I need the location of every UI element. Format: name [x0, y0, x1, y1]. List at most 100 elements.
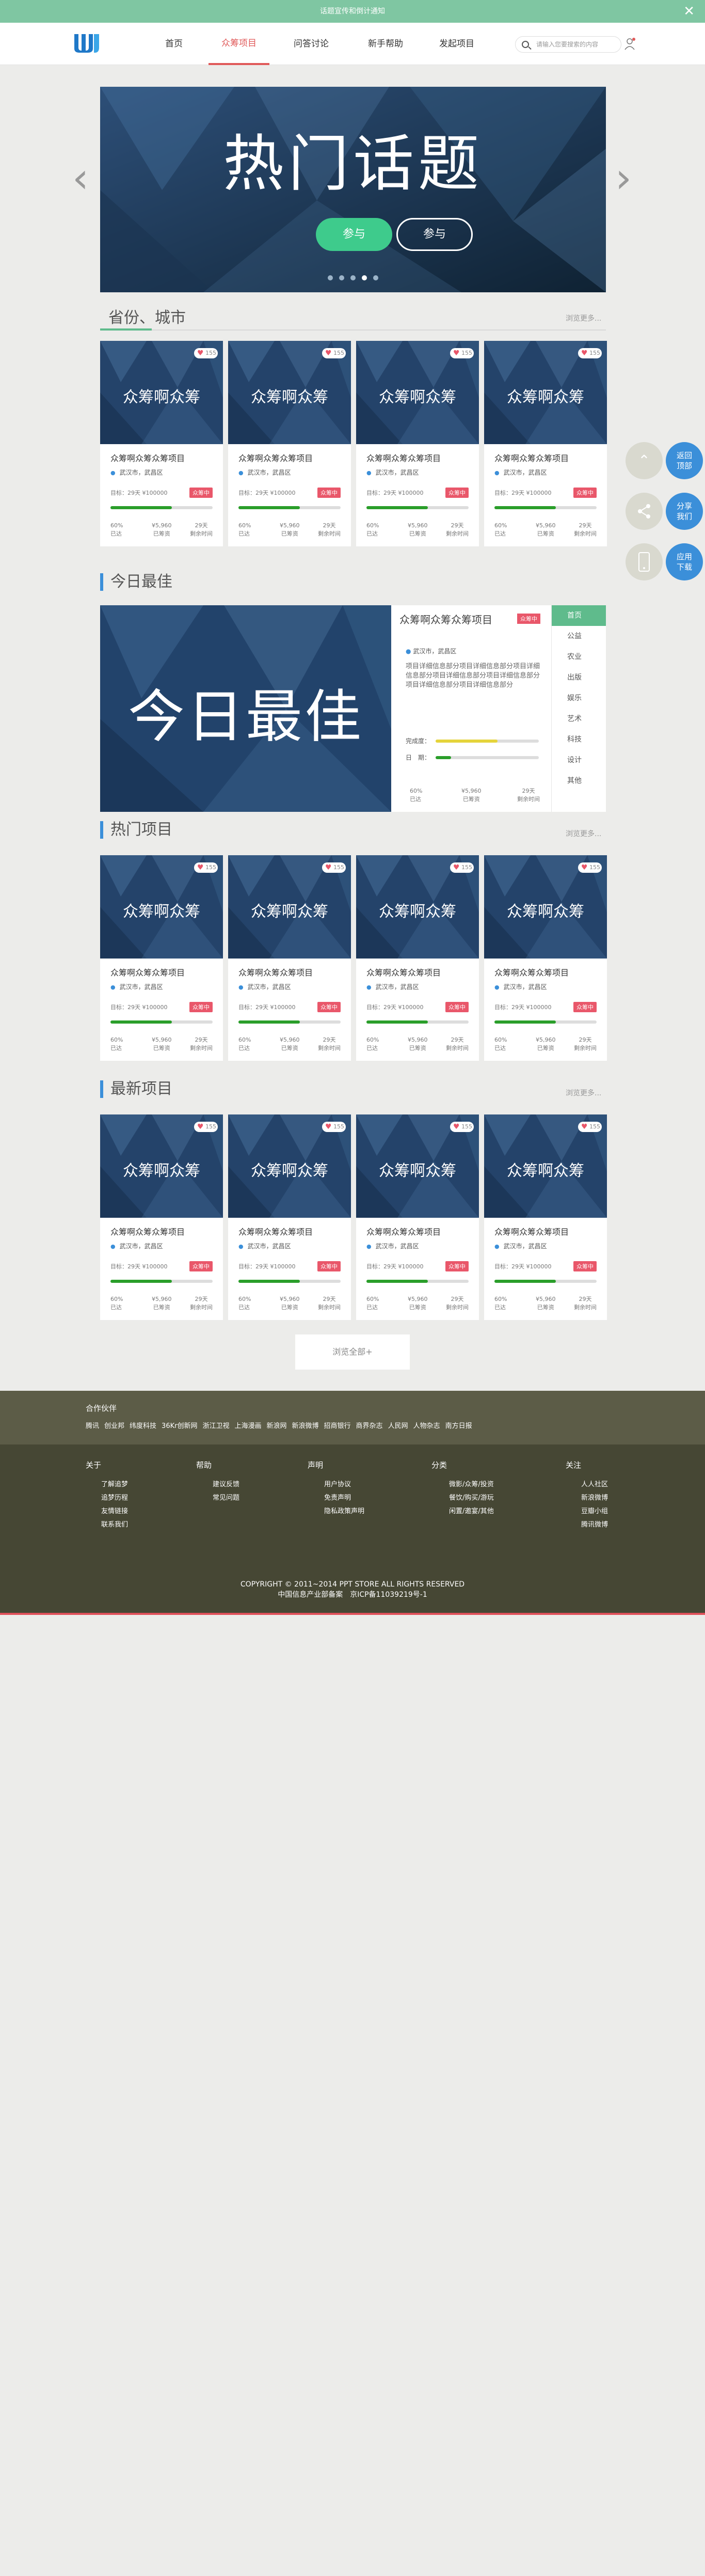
banner-join-button[interactable]: 参与 — [316, 218, 392, 251]
section1-more-link[interactable]: 浏览更多... — [566, 313, 601, 323]
footer-link[interactable]: 豆瓣小组 — [581, 1505, 608, 1518]
category-item[interactable]: 娱乐 — [552, 688, 606, 709]
project-card[interactable]: 155 众筹啊众筹 众筹啊众筹众筹项目 武汉市，武昌区 目标：29天 ¥1000… — [100, 341, 223, 546]
like-heart-icon[interactable]: 155 — [194, 348, 218, 358]
project-card[interactable]: 155 众筹啊众筹 众筹啊众筹众筹项目 武汉市，武昌区 目标：29天 ¥1000… — [100, 855, 223, 1061]
project-image[interactable]: 155 众筹啊众筹 — [356, 1114, 479, 1218]
footer-link[interactable]: 腾讯微博 — [581, 1518, 608, 1532]
partner-link[interactable]: 纬度科技 — [130, 1422, 156, 1430]
project-card[interactable]: 155 众筹啊众筹 众筹啊众筹众筹项目 武汉市，武昌区 目标：29天 ¥1000… — [484, 855, 607, 1061]
project-name[interactable]: 众筹啊众筹众筹项目 — [110, 966, 185, 978]
project-name[interactable]: 众筹啊众筹众筹项目 — [494, 451, 569, 464]
nav-qa[interactable]: 问答讨论 — [281, 23, 342, 65]
best-project-card[interactable]: 今日最佳 众筹啊众筹众筹项目 众筹中 ● 武汉市，武昌区 项目详细信息部分项目详… — [100, 605, 606, 812]
project-card[interactable]: 155 众筹啊众筹 众筹啊众筹众筹项目 武汉市，武昌区 目标：29天 ¥1000… — [356, 341, 479, 546]
like-heart-icon[interactable]: 155 — [322, 1122, 346, 1132]
like-heart-icon[interactable]: 155 — [194, 862, 218, 873]
top-arrow-icon[interactable]: ⌃ — [626, 442, 663, 479]
banner-dot[interactable] — [350, 275, 356, 280]
project-image[interactable]: 155 众筹啊众筹 — [356, 341, 479, 444]
project-image[interactable]: 155 众筹啊众筹 — [228, 855, 351, 959]
footer-link[interactable]: 追梦历程 — [101, 1491, 128, 1505]
project-name[interactable]: 众筹啊众筹众筹项目 — [494, 966, 569, 978]
partner-link[interactable]: 新浪网 — [267, 1422, 287, 1430]
footer-link[interactable]: 闲置/邀宴/其他 — [449, 1505, 494, 1518]
banner-prev-arrow[interactable]: ‹ — [70, 158, 91, 201]
like-heart-icon[interactable]: 155 — [450, 1122, 474, 1132]
project-card[interactable]: 155 众筹啊众筹 众筹啊众筹众筹项目 武汉市，武昌区 目标：29天 ¥1000… — [228, 855, 351, 1061]
browse-all-button[interactable]: 浏览全部+ — [295, 1334, 410, 1370]
app-download-button[interactable]: 应用下载 — [666, 543, 703, 580]
like-heart-icon[interactable]: 155 — [322, 862, 346, 873]
search-input[interactable]: 请输入您要搜索的内容 — [515, 36, 621, 53]
footer-link[interactable]: 微影/众筹/投资 — [449, 1478, 494, 1491]
footer-link[interactable]: 联系我们 — [101, 1518, 128, 1532]
project-card[interactable]: 155 众筹啊众筹 众筹啊众筹众筹项目 武汉市，武昌区 目标：29天 ¥1000… — [484, 341, 607, 546]
partner-link[interactable]: 新浪微博 — [292, 1422, 319, 1430]
banner-dot[interactable] — [339, 275, 344, 280]
like-heart-icon[interactable]: 155 — [450, 348, 474, 358]
close-icon[interactable]: ✕ — [683, 0, 695, 23]
best-image[interactable]: 今日最佳 — [100, 605, 391, 812]
category-item[interactable]: 设计 — [552, 750, 606, 771]
like-heart-icon[interactable]: 155 — [578, 862, 602, 873]
partner-link[interactable]: 上海漫画 — [234, 1422, 261, 1430]
project-image[interactable]: 155 众筹啊众筹 — [484, 855, 607, 959]
partner-link[interactable]: 南方日报 — [445, 1422, 472, 1430]
project-image[interactable]: 155 众筹啊众筹 — [228, 1114, 351, 1218]
category-item[interactable]: 其他 — [552, 771, 606, 791]
project-name[interactable]: 众筹啊众筹众筹项目 — [494, 1225, 569, 1237]
banner-dot[interactable] — [328, 275, 333, 280]
project-name[interactable]: 众筹啊众筹众筹项目 — [366, 1225, 441, 1237]
category-item[interactable]: 公益 — [552, 626, 606, 647]
site-logo[interactable] — [73, 32, 100, 54]
partner-link[interactable]: 商界杂志 — [356, 1422, 383, 1430]
category-item[interactable]: 科技 — [552, 729, 606, 750]
project-image[interactable]: 155 众筹啊众筹 — [484, 1114, 607, 1218]
best-name[interactable]: 众筹啊众筹众筹项目 — [399, 611, 492, 626]
section4-more-link[interactable]: 浏览更多... — [566, 1088, 601, 1098]
project-card[interactable]: 155 众筹啊众筹 众筹啊众筹众筹项目 武汉市，武昌区 目标：29天 ¥1000… — [100, 1114, 223, 1320]
category-item[interactable]: 艺术 — [552, 709, 606, 729]
footer-link[interactable]: 新浪微博 — [581, 1491, 608, 1505]
footer-link[interactable]: 隐私政策声明 — [324, 1505, 364, 1518]
footer-link[interactable]: 建议反馈 — [213, 1478, 239, 1491]
partner-link[interactable]: 腾讯 — [86, 1422, 99, 1430]
footer-link[interactable]: 免责声明 — [324, 1491, 364, 1505]
project-name[interactable]: 众筹啊众筹众筹项目 — [110, 451, 185, 464]
share-button[interactable]: 分享我们 — [666, 493, 703, 530]
user-icon[interactable] — [623, 37, 636, 51]
like-heart-icon[interactable]: 155 — [578, 1122, 602, 1132]
share-icon[interactable] — [626, 493, 663, 530]
footer-link[interactable]: 餐饮/购买/游玩 — [449, 1491, 494, 1505]
project-name[interactable]: 众筹啊众筹众筹项目 — [110, 1225, 185, 1237]
project-name[interactable]: 众筹啊众筹众筹项目 — [238, 451, 313, 464]
category-item[interactable]: 首页 — [552, 605, 606, 626]
project-card[interactable]: 155 众筹啊众筹 众筹啊众筹众筹项目 武汉市，武昌区 目标：29天 ¥1000… — [356, 855, 479, 1061]
like-heart-icon[interactable]: 155 — [322, 348, 346, 358]
banner-dot-active[interactable] — [362, 275, 367, 280]
like-heart-icon[interactable]: 155 — [578, 348, 602, 358]
project-image[interactable]: 155 众筹啊众筹 — [228, 341, 351, 444]
project-name[interactable]: 众筹啊众筹众筹项目 — [238, 966, 313, 978]
banner-join-outline-button[interactable]: 参与 — [396, 218, 473, 251]
back-to-top-button[interactable]: 返回顶部 — [666, 442, 703, 479]
project-card[interactable]: 155 众筹啊众筹 众筹啊众筹众筹项目 武汉市，武昌区 目标：29天 ¥1000… — [228, 1114, 351, 1320]
category-item[interactable]: 农业 — [552, 647, 606, 667]
partner-link[interactable]: 36Kr创新网 — [162, 1422, 197, 1430]
footer-link[interactable]: 了解追梦 — [101, 1478, 128, 1491]
nav-launch[interactable]: 发起项目 — [426, 23, 487, 65]
section3-more-link[interactable]: 浏览更多... — [566, 828, 601, 839]
footer-link[interactable]: 常见问题 — [213, 1491, 239, 1505]
partner-link[interactable]: 人民网 — [388, 1422, 408, 1430]
partner-link[interactable]: 招商银行 — [324, 1422, 351, 1430]
like-heart-icon[interactable]: 155 — [194, 1122, 218, 1132]
banner-next-arrow[interactable]: › — [613, 158, 634, 201]
partner-link[interactable]: 浙江卫视 — [202, 1422, 229, 1430]
phone-icon[interactable] — [626, 543, 663, 580]
footer-link[interactable]: 友情链接 — [101, 1505, 128, 1518]
project-image[interactable]: 155 众筹啊众筹 — [100, 1114, 223, 1218]
partner-link[interactable]: 人物杂志 — [413, 1422, 440, 1430]
project-card[interactable]: 155 众筹啊众筹 众筹啊众筹众筹项目 武汉市，武昌区 目标：29天 ¥1000… — [228, 341, 351, 546]
project-image[interactable]: 155 众筹啊众筹 — [356, 855, 479, 959]
